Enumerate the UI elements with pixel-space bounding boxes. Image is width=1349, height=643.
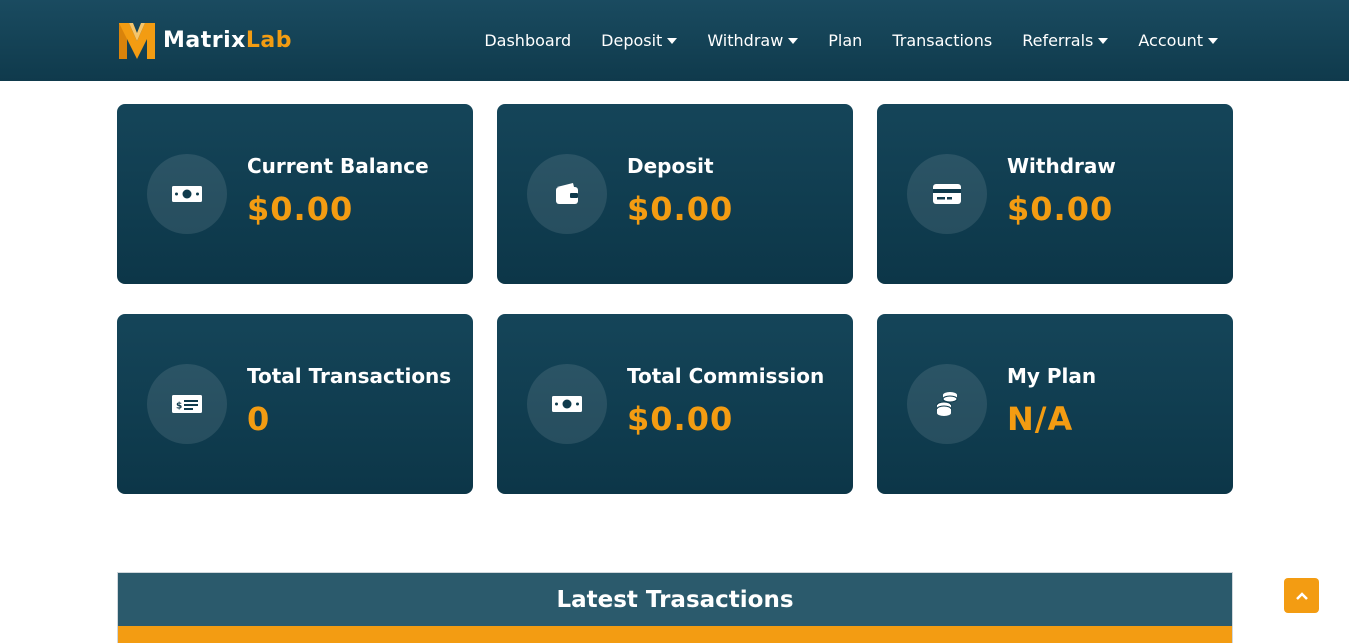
nav-deposit-label: Deposit [601, 31, 663, 50]
stat-label: Total Commission [627, 364, 825, 388]
stat-icon-wrap [147, 154, 227, 234]
money-check-icon: $ [172, 395, 202, 413]
brand-logo[interactable]: MatrixLab [117, 19, 292, 61]
nav-referrals-label: Referrals [1022, 31, 1094, 50]
stat-value: $0.00 [247, 190, 354, 228]
brand-name-part2: Lab [245, 27, 292, 53]
stat-icon-wrap [527, 364, 607, 444]
latest-transactions-title: Latest Trasactions [556, 586, 794, 613]
scroll-to-top-button[interactable] [1284, 578, 1319, 613]
stat-value: N/A [1007, 400, 1074, 438]
stat-icon-wrap [907, 364, 987, 444]
nav-deposit[interactable]: Deposit [601, 31, 678, 50]
caret-down-icon [788, 37, 799, 44]
stat-value: $0.00 [627, 400, 734, 438]
stat-label: My Plan [1007, 364, 1097, 388]
svg-text:$: $ [176, 402, 182, 412]
stat-label: Withdraw [1007, 154, 1116, 178]
top-navbar: MatrixLab Dashboard Deposit Withdraw Pla… [0, 0, 1349, 81]
latest-transactions-panel: Latest Trasactions [117, 572, 1233, 643]
money-bill-icon [552, 396, 582, 412]
nav-withdraw-label: Withdraw [707, 31, 784, 50]
chevron-up-icon [1295, 591, 1308, 600]
stat-card-deposit: Deposit $0.00 [497, 104, 853, 284]
logo-mark-icon [119, 23, 155, 59]
stat-value: $0.00 [627, 190, 734, 228]
nav-account[interactable]: Account [1138, 31, 1218, 50]
main-nav: Dashboard Deposit Withdraw Plan Transact… [484, 0, 1218, 81]
stat-card-withdraw: Withdraw $0.00 [877, 104, 1233, 284]
nav-account-label: Account [1138, 31, 1203, 50]
stat-value: 0 [247, 400, 271, 438]
stat-icon-wrap [907, 154, 987, 234]
stat-label: Current Balance [247, 154, 429, 178]
nav-plan-label: Plan [828, 31, 863, 50]
credit-card-icon [933, 184, 961, 204]
stat-value: $0.00 [1007, 190, 1114, 228]
transactions-table-header [118, 626, 1232, 643]
nav-plan[interactable]: Plan [828, 31, 862, 50]
nav-transactions[interactable]: Transactions [892, 31, 992, 50]
nav-dashboard[interactable]: Dashboard [484, 31, 571, 50]
nav-referrals[interactable]: Referrals [1022, 31, 1109, 50]
stat-icon-wrap: $ [147, 364, 227, 444]
stat-card-total-transactions: $ Total Transactions 0 [117, 314, 473, 494]
stat-icon-wrap [527, 154, 607, 234]
stat-card-total-commission: Total Commission $0.00 [497, 314, 853, 494]
stat-label: Deposit [627, 154, 714, 178]
nav-withdraw[interactable]: Withdraw [707, 31, 799, 50]
caret-down-icon [667, 37, 678, 44]
caret-down-icon [1098, 37, 1109, 44]
wallet-icon [556, 183, 578, 204]
brand-name: MatrixLab [163, 28, 292, 53]
stat-label: Total Transactions [247, 364, 452, 388]
stat-card-my-plan: My Plan N/A [877, 314, 1233, 494]
money-bill-icon [172, 186, 202, 202]
coins-icon [936, 392, 958, 416]
latest-transactions-header: Latest Trasactions [118, 573, 1232, 626]
nav-transactions-label: Transactions [892, 31, 993, 50]
caret-down-icon [1208, 37, 1218, 44]
nav-dashboard-label: Dashboard [484, 31, 572, 50]
brand-name-part1: Matrix [163, 27, 246, 53]
stat-card-current-balance: Current Balance $0.00 [117, 104, 473, 284]
